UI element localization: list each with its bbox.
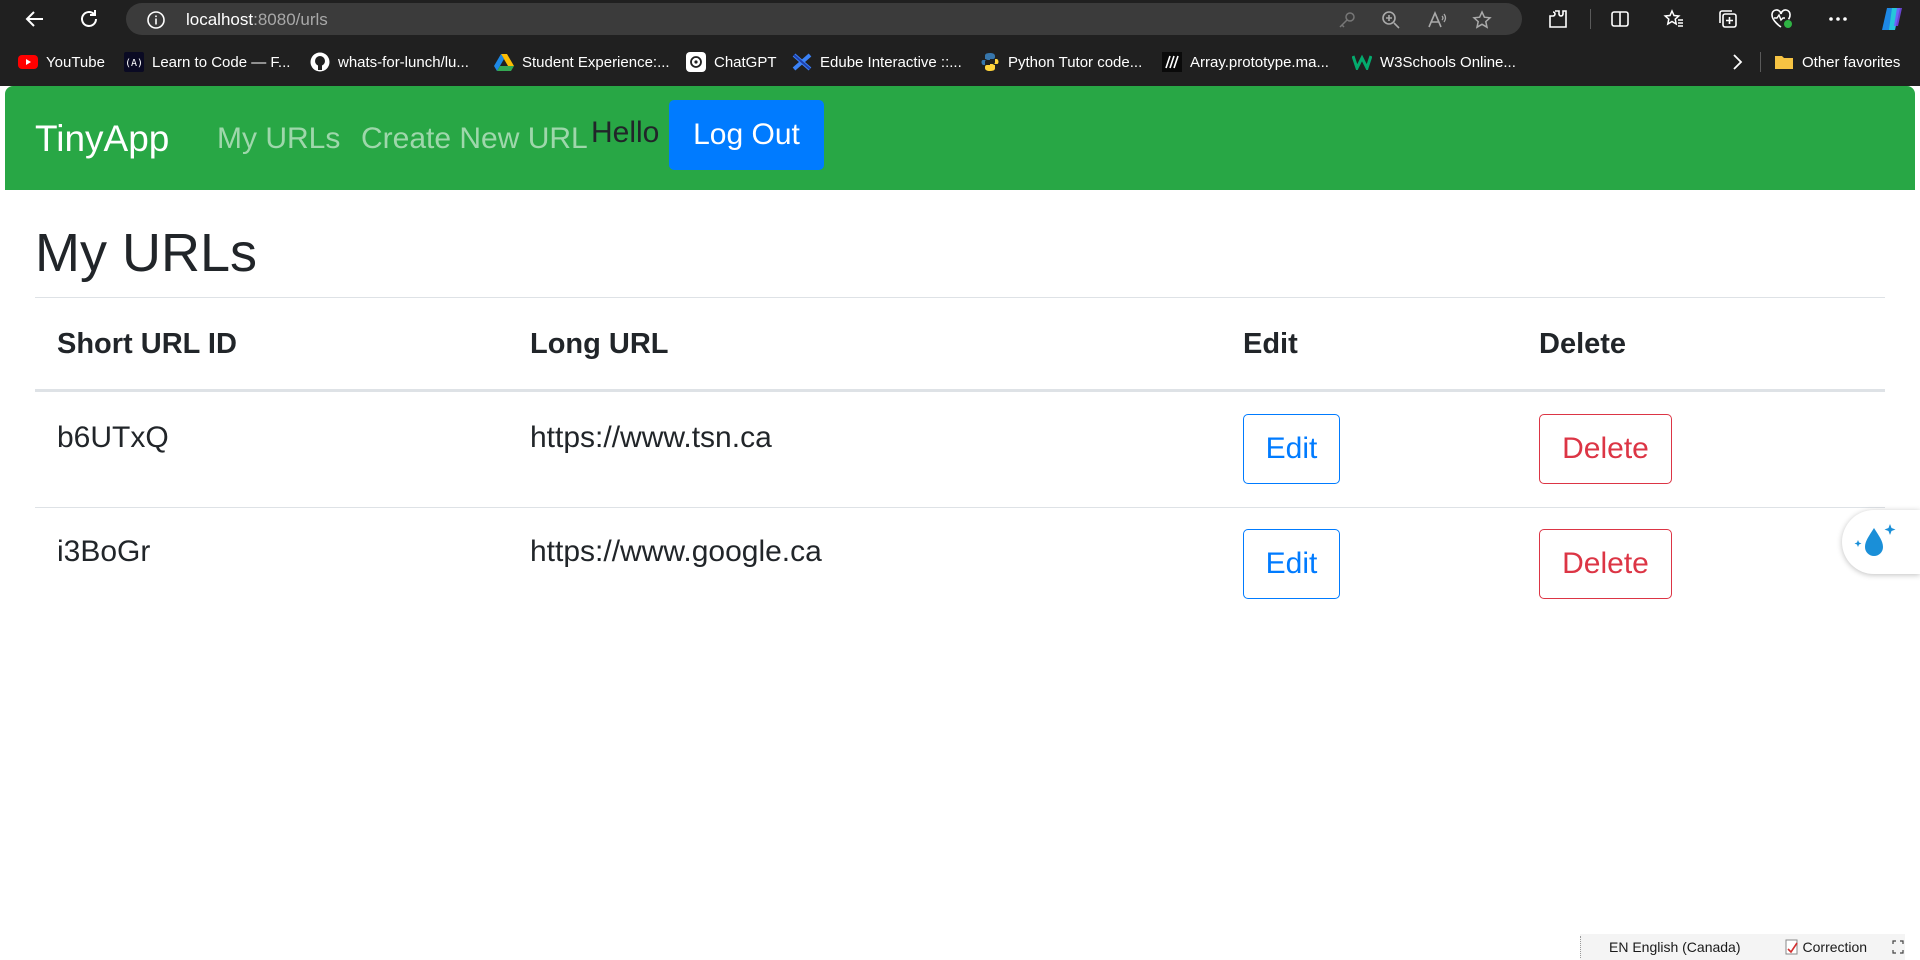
bookmark-label: Array.prototype.ma... bbox=[1190, 53, 1329, 71]
mdn-icon bbox=[1162, 52, 1182, 72]
url-host: localhost bbox=[186, 10, 254, 29]
page-title: My URLs bbox=[35, 223, 258, 283]
long-url: https://www.tsn.ca bbox=[530, 421, 772, 454]
bookmark-freecodecamp[interactable]: (A) Learn to Code — F... bbox=[124, 51, 290, 73]
split-screen-icon[interactable] bbox=[1606, 5, 1634, 33]
bookmark-python-tutor[interactable]: Python Tutor code... bbox=[980, 51, 1142, 73]
column-header-delete: Delete bbox=[1539, 328, 1627, 360]
nav-my-urls[interactable]: My URLs bbox=[217, 122, 340, 156]
favorites-icon[interactable] bbox=[1660, 5, 1688, 33]
bookmark-label: Student Experience:... bbox=[522, 53, 670, 71]
brand-link[interactable]: TinyApp bbox=[35, 118, 169, 160]
bookmark-label: ChatGPT bbox=[714, 53, 777, 71]
app-navbar: TinyApp My URLs Create New URL Hello Log… bbox=[5, 86, 1915, 190]
title-divider bbox=[35, 297, 1885, 298]
bookmark-label: Edube Interactive ::... bbox=[820, 53, 962, 71]
correction-icon bbox=[1785, 939, 1799, 955]
water-drop-sparkle-icon bbox=[1854, 524, 1896, 556]
edit-button[interactable]: Edit bbox=[1243, 414, 1340, 484]
back-arrow-icon bbox=[25, 11, 43, 27]
bookmarks-divider bbox=[1760, 52, 1761, 72]
bookmarks-bar: YouTube (A) Learn to Code — F... whats-f… bbox=[0, 38, 1920, 86]
other-favorites-label: Other favorites bbox=[1802, 53, 1901, 71]
bookmark-label: W3Schools Online... bbox=[1380, 53, 1516, 71]
bookmark-label: YouTube bbox=[46, 53, 105, 71]
youtube-icon bbox=[18, 52, 38, 72]
site-info-icon[interactable] bbox=[146, 10, 166, 35]
logout-button[interactable]: Log Out bbox=[669, 100, 824, 170]
nav-create-new-url[interactable]: Create New URL bbox=[361, 122, 588, 156]
ime-status-bar: EN English (Canada) Correction bbox=[1580, 934, 1906, 960]
short-url-id: i3BoGr bbox=[57, 535, 151, 568]
status-grip bbox=[1580, 936, 1581, 958]
toolbar-divider bbox=[1590, 9, 1591, 29]
bookmark-mdn[interactable]: Array.prototype.ma... bbox=[1162, 51, 1329, 73]
folder-icon bbox=[1774, 52, 1794, 72]
column-header-long-url: Long URL bbox=[530, 328, 669, 360]
zoom-icon[interactable] bbox=[1380, 9, 1402, 31]
bookmark-label: Learn to Code — F... bbox=[152, 53, 291, 71]
bookmark-label: whats-for-lunch/lu... bbox=[338, 53, 469, 71]
chevron-right-icon bbox=[1733, 54, 1743, 70]
address-bar[interactable]: localhost:8080/urls bbox=[126, 3, 1522, 35]
web-page: TinyApp My URLs Create New URL Hello Log… bbox=[5, 86, 1915, 960]
row-divider bbox=[35, 507, 1885, 508]
browser-essentials-icon[interactable] bbox=[1768, 5, 1796, 33]
google-drive-icon bbox=[494, 52, 514, 72]
collections-icon[interactable] bbox=[1714, 5, 1742, 33]
bookmark-chatgpt[interactable]: ChatGPT bbox=[686, 51, 777, 73]
favorite-star-icon[interactable] bbox=[1471, 9, 1493, 31]
more-options-icon[interactable] bbox=[1824, 5, 1852, 33]
bookmarks-overflow-button[interactable] bbox=[1730, 51, 1744, 73]
column-header-edit: Edit bbox=[1243, 328, 1298, 360]
back-button[interactable] bbox=[20, 4, 50, 34]
bookmark-edube[interactable]: Edube Interactive ::... bbox=[792, 51, 962, 73]
delete-button[interactable]: Delete bbox=[1539, 529, 1672, 599]
refresh-icon bbox=[81, 10, 97, 27]
svg-text:(A): (A) bbox=[125, 58, 143, 69]
table-header-border bbox=[35, 389, 1885, 392]
edube-icon bbox=[792, 52, 812, 72]
refresh-button[interactable] bbox=[74, 4, 104, 34]
correction-label[interactable]: Correction bbox=[1803, 939, 1868, 955]
read-aloud-icon[interactable] bbox=[1426, 9, 1448, 31]
github-icon bbox=[310, 52, 330, 72]
expand-icon[interactable] bbox=[1891, 939, 1905, 955]
python-icon bbox=[980, 52, 1000, 72]
other-favorites-folder[interactable]: Other favorites bbox=[1774, 51, 1900, 73]
w3schools-icon bbox=[1352, 52, 1372, 72]
url-text[interactable]: localhost:8080/urls bbox=[186, 10, 328, 30]
key-icon[interactable] bbox=[1336, 9, 1358, 31]
edit-button[interactable]: Edit bbox=[1243, 529, 1340, 599]
browser-toolbar: localhost:8080/urls bbox=[0, 0, 1920, 38]
column-header-short-url: Short URL ID bbox=[57, 328, 237, 360]
url-path: :8080/urls bbox=[253, 10, 328, 29]
language-indicator[interactable]: EN English (Canada) bbox=[1609, 939, 1741, 955]
copilot-icon[interactable] bbox=[1878, 5, 1906, 33]
bookmark-youtube[interactable]: YouTube bbox=[18, 51, 105, 73]
bookmark-label: Python Tutor code... bbox=[1008, 53, 1143, 71]
delete-button[interactable]: Delete bbox=[1539, 414, 1672, 484]
extensions-icon[interactable] bbox=[1544, 5, 1572, 33]
bookmark-w3schools[interactable]: W3Schools Online... bbox=[1352, 51, 1516, 73]
short-url-id: b6UTxQ bbox=[57, 421, 169, 454]
chatgpt-icon bbox=[686, 52, 706, 72]
freecodecamp-icon: (A) bbox=[124, 52, 144, 72]
bookmark-student-experience[interactable]: Student Experience:... bbox=[494, 51, 670, 73]
long-url: https://www.google.ca bbox=[530, 535, 822, 568]
bookmark-github[interactable]: whats-for-lunch/lu... bbox=[310, 51, 469, 73]
greeting-text: Hello bbox=[591, 116, 660, 149]
floating-extension-button[interactable] bbox=[1842, 510, 1920, 574]
